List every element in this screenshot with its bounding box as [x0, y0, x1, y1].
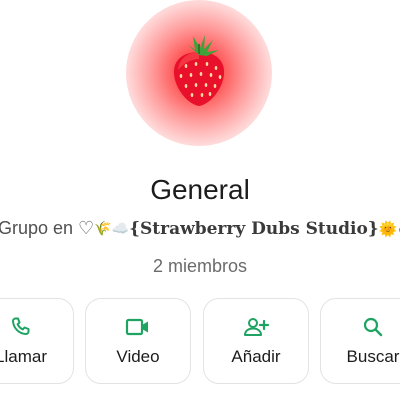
add-person-icon: [244, 318, 270, 336]
group-info-screen: General Grupo en ♡ 🌾☁️ {Strawberry Dubs …: [0, 0, 400, 400]
video-label: Video: [116, 347, 160, 366]
video-button[interactable]: Video: [85, 298, 191, 384]
members-count: 2 miembros: [152, 256, 248, 276]
add-member-button[interactable]: Añadir: [203, 298, 309, 384]
subtitle-prefix: Grupo en ♡: [0, 218, 95, 238]
video-icon: [125, 318, 148, 336]
call-label: Llamar: [0, 347, 47, 366]
add-member-label: Añadir: [231, 347, 281, 366]
search-label: Buscar: [346, 347, 400, 366]
subtitle-decor-after: 🌞🥀♡: [378, 220, 400, 238]
group-avatar[interactable]: [126, 0, 272, 146]
search-icon: [363, 317, 383, 337]
strawberry-icon: [173, 35, 225, 106]
group-description: Grupo en ♡ 🌾☁️ {Strawberry Dubs Studio} …: [0, 218, 400, 239]
search-button[interactable]: Buscar: [320, 298, 400, 384]
call-button[interactable]: Llamar: [0, 298, 74, 384]
studio-name: {Strawberry Dubs Studio}: [129, 218, 379, 239]
subtitle-decor-before: 🌾☁️: [94, 220, 130, 236]
phone-icon: [12, 317, 30, 335]
group-name: General: [150, 174, 250, 205]
